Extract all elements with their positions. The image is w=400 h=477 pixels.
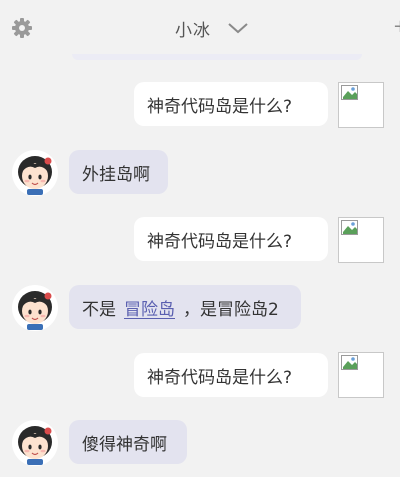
message-text: 神奇代码岛是什么? (147, 367, 293, 388)
broken-image-icon (338, 82, 384, 128)
message-text-suffix: ，是冒险岛2 (183, 299, 279, 320)
chevron-down-icon (228, 23, 248, 34)
message-text: 神奇代码岛是什么? (147, 231, 293, 252)
user-message-bubble: 神奇代码岛是什么? (134, 217, 328, 261)
user-message-bubble: 神奇代码岛是什么? (134, 82, 328, 126)
gear-icon[interactable] (11, 17, 33, 39)
bot-message-bubble: 外挂岛啊 (69, 150, 168, 194)
chat-header: 小冰 + (0, 0, 400, 56)
girl-avatar-icon (12, 150, 58, 196)
message-link[interactable]: 冒险岛 (124, 295, 175, 320)
add-icon[interactable]: + (393, 16, 400, 37)
message-text: 傻得神奇啊 (82, 434, 167, 455)
user-message-bubble: 神奇代码岛是什么? (134, 353, 328, 397)
broken-image-icon (338, 217, 384, 263)
message-text: 外挂岛啊 (82, 164, 150, 185)
message-text: 神奇代码岛是什么? (147, 96, 293, 117)
chat-title-dropdown[interactable]: 小冰 (175, 14, 249, 42)
message-text-prefix: 不是 (82, 299, 116, 320)
bot-message-bubble: 傻得神奇啊 (69, 420, 187, 464)
bot-message-bubble: 不是 冒险岛 ，是冒险岛2 (69, 285, 301, 329)
previous-message-bubble (72, 54, 362, 60)
girl-avatar-icon (12, 285, 58, 331)
girl-avatar-icon (12, 420, 58, 466)
chat-title: 小冰 (175, 20, 211, 41)
broken-image-icon (338, 352, 384, 398)
